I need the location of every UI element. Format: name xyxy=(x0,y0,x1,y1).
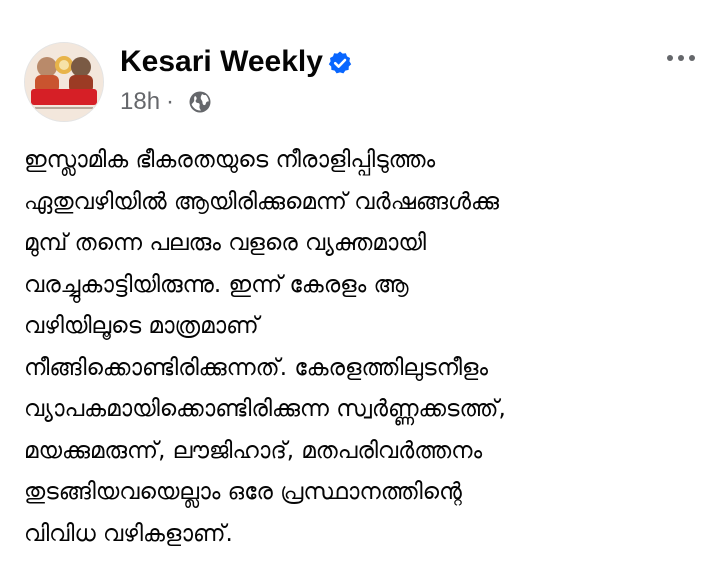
more-dot-3 xyxy=(689,55,695,61)
more-dot-1 xyxy=(667,55,673,61)
post-text-line: വ്യാപകമായിക്കൊണ്ടിരിക്കുന്ന സ്വർണ്ണക്കടത… xyxy=(24,396,506,422)
post-text-line: മുമ്പ് തന്നെ പലരും വളരെ വ്യക്തമായി xyxy=(24,230,427,256)
post-header: Kesari Weekly 18h · xyxy=(0,0,720,130)
more-options-button[interactable] xyxy=(656,40,706,76)
more-dot-2 xyxy=(678,55,684,61)
post-text: ഇസ്ലാമിക ഭീകരതയുടെ നീരാളിപ്പിടുത്തം ഏതുവ… xyxy=(24,140,704,555)
post-timestamp[interactable]: 18h xyxy=(120,88,160,115)
page-avatar[interactable] xyxy=(24,42,104,122)
globe-icon xyxy=(189,91,211,113)
post-text-line: ഇസ്ലാമിക ഭീകരതയുടെ നീരാളിപ്പിടുത്തം xyxy=(24,147,436,173)
post-text-line: വരച്ചുകാട്ടിയിരുന്നു. ഇന്ന് കേരളം ആ xyxy=(24,271,409,298)
post-text-line: തുടങ്ങിയവയെല്ലാം ഒരേ പ്രസ്ഥാനത്തിന്റെ xyxy=(24,479,462,505)
verified-badge-icon xyxy=(328,51,352,74)
post-text-line: നീങ്ങിക്കൊണ്ടിരിക്കുന്നത്. കേരളത്തിലുടനീ… xyxy=(24,354,489,381)
page-name[interactable]: Kesari Weekly xyxy=(120,44,323,80)
post-text-line: വഴിയിലൂടെ മാത്രമാണ് xyxy=(24,313,259,339)
kesari-logo xyxy=(25,43,103,121)
post-text-line: ഏതുവഴിയിൽ ആയിരിക്കുമെന്ന് വർഷങ്ങൾക്കു xyxy=(24,188,499,215)
post-text-line: വിവിധ വഴികളാണ്. xyxy=(24,520,233,547)
meta-separator: · xyxy=(166,88,175,115)
post-meta: 18h · xyxy=(120,88,180,116)
post-text-line: മയക്കുമരുന്ന്, ലൗജിഹാദ്, മതപരിവർത്തനം xyxy=(24,437,483,464)
